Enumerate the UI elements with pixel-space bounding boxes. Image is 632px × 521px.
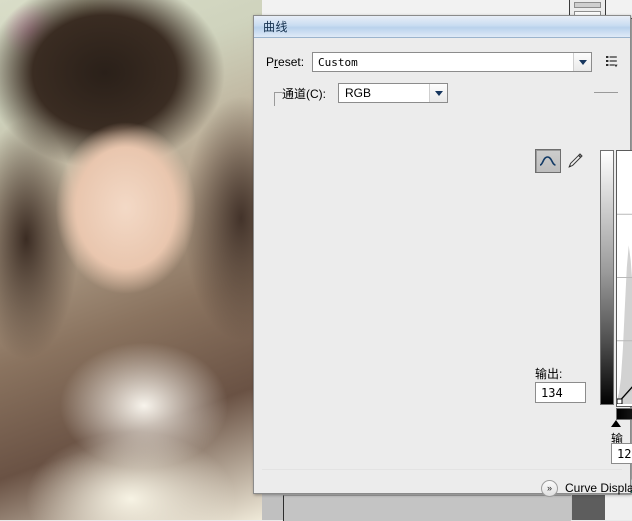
control-point[interactable] (617, 399, 622, 404)
groupbox-line (274, 92, 282, 93)
curves-dialog: 曲线 Preset: Custom (253, 15, 631, 494)
curve-plot-area[interactable] (616, 150, 632, 407)
background-lower-right (605, 495, 632, 520)
background-photo (0, 0, 262, 520)
preset-row: Preset: Custom (266, 52, 618, 72)
black-point-marker[interactable] (611, 420, 621, 427)
output-gradient-bar (600, 150, 614, 405)
curve-display-options-row[interactable]: » Curve Display Options (541, 479, 632, 497)
preset-combobox[interactable]: Custom (312, 52, 592, 72)
preset-menu-icon[interactable] (603, 52, 620, 71)
channel-label: 通道(C): (282, 85, 338, 102)
dialog-title: 曲线 (254, 18, 288, 35)
output-label: 输出: (535, 365, 562, 382)
background-lower-panel (283, 495, 571, 521)
preset-value: Custom (313, 56, 573, 69)
chevron-down-icon[interactable]: » (541, 480, 558, 497)
channel-value: RGB (339, 86, 429, 100)
curve-tools (535, 149, 587, 173)
curve-plot-svg[interactable] (617, 151, 632, 404)
chevron-down-icon[interactable] (429, 84, 447, 102)
curve-display-options-label: Curve Display Options (565, 481, 632, 495)
pencil-tool-icon[interactable] (564, 150, 586, 172)
output-field[interactable]: 134 (535, 382, 586, 403)
chevron-down-icon[interactable] (573, 53, 591, 71)
input-value: 125 (617, 447, 632, 461)
background-dark-swatch (572, 495, 605, 520)
dialog-body: Preset: Custom (254, 38, 630, 493)
curve-tool-icon[interactable] (535, 149, 561, 173)
channel-combobox[interactable]: RGB (338, 83, 448, 103)
curve-graph (600, 150, 632, 416)
dialog-titlebar[interactable]: 曲线 (254, 16, 630, 38)
rgb-histogram (617, 186, 632, 404)
channel-row: 通道(C): RGB (282, 83, 618, 103)
mini-panel-row (574, 2, 601, 8)
groupbox-line (274, 92, 275, 106)
output-value: 134 (541, 386, 563, 400)
preset-label: Preset: (266, 55, 312, 69)
dialog-divider (262, 469, 622, 470)
input-gradient-bar (616, 408, 632, 420)
background-mini-panel (569, 0, 606, 16)
input-field[interactable]: 125 (611, 443, 632, 464)
